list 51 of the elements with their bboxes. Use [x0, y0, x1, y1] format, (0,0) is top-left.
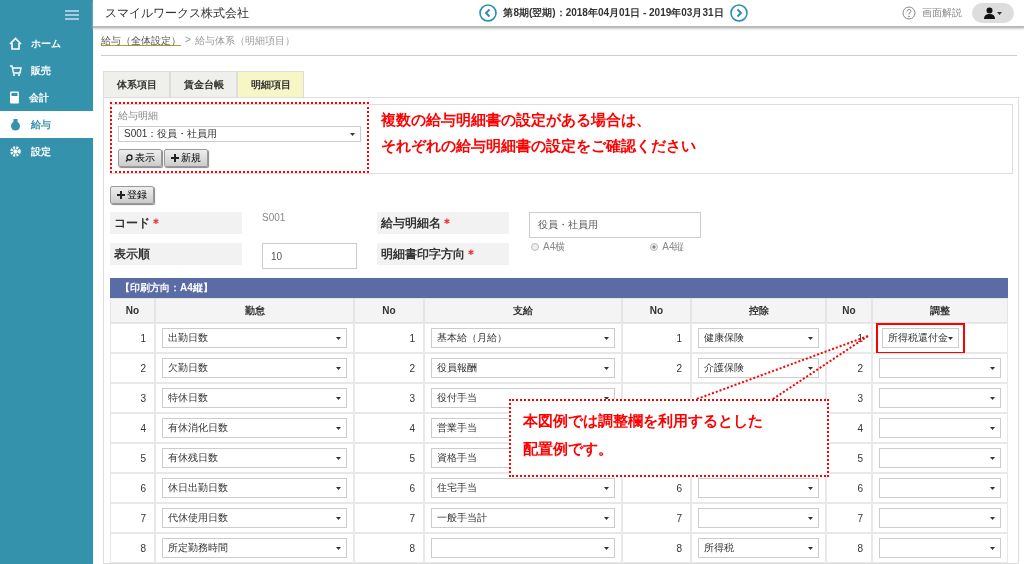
row-number: 1	[140, 332, 146, 344]
row-number: 8	[676, 542, 682, 554]
row-number: 7	[857, 512, 863, 524]
column-header: No	[110, 298, 155, 323]
row-number: 4	[409, 422, 415, 434]
row-number: 7	[409, 512, 415, 524]
row-number: 6	[140, 482, 146, 494]
code-value: S001	[262, 212, 287, 223]
annotation-text: 本図例では調整欄を利用するとした	[523, 412, 764, 430]
row-number: 6	[857, 482, 863, 494]
row-number: 8	[140, 542, 146, 554]
row-number: 7	[140, 512, 146, 524]
row-number: 8	[409, 542, 415, 554]
breadcrumb-current: 給与体系（明細項目）	[194, 34, 295, 48]
row-number: 2	[676, 362, 682, 374]
column-header: No	[622, 298, 691, 323]
company-name: スマイルワークス株式会社	[105, 4, 250, 22]
row-number: 5	[140, 452, 146, 464]
row-number: 8	[857, 542, 863, 554]
column-header: No	[826, 298, 872, 323]
row-number: 6	[676, 482, 682, 494]
row-number: 2	[409, 362, 415, 374]
column-header: 支給	[424, 298, 622, 323]
field-label: コード＊	[110, 212, 242, 234]
breadcrumb-separator: >	[185, 34, 191, 47]
row-number: 7	[676, 512, 682, 524]
field-label: 給与明細	[118, 109, 159, 123]
row-number: 1	[676, 332, 682, 344]
column-header: 控除	[691, 298, 826, 323]
row-number: 2	[140, 362, 146, 374]
row-number: 2	[857, 362, 863, 374]
row-number: 4	[140, 422, 146, 434]
field-label: 明細書印字方向＊	[377, 243, 509, 265]
row-number: 5	[409, 452, 415, 464]
annotation-text: 複数の給与明細書の設定がある場合は、	[381, 111, 652, 129]
row-number: 3	[140, 392, 146, 404]
field-label: 給与明細名＊	[377, 212, 509, 234]
row-number: 4	[857, 422, 863, 434]
column-header: 調整	[872, 298, 1008, 323]
row-number: 3	[409, 392, 415, 404]
row-number: 6	[409, 482, 415, 494]
row-number: 1	[409, 332, 415, 344]
field-label: 表示順	[110, 243, 242, 265]
annotation-text: それぞれの給与明細書の設定をご確認ください	[381, 137, 696, 155]
row-number: 3	[857, 392, 863, 404]
fiscal-period: 第8期(翌期)：2018年04月01日 - 2019年03月31日	[503, 6, 724, 20]
table-title: 【印刷方向：A4縦】	[110, 278, 1008, 298]
annotation-text: 配置例です。	[523, 440, 614, 458]
row-number: 5	[857, 452, 863, 464]
column-header: No	[354, 298, 424, 323]
column-header: 勤怠	[155, 298, 354, 323]
